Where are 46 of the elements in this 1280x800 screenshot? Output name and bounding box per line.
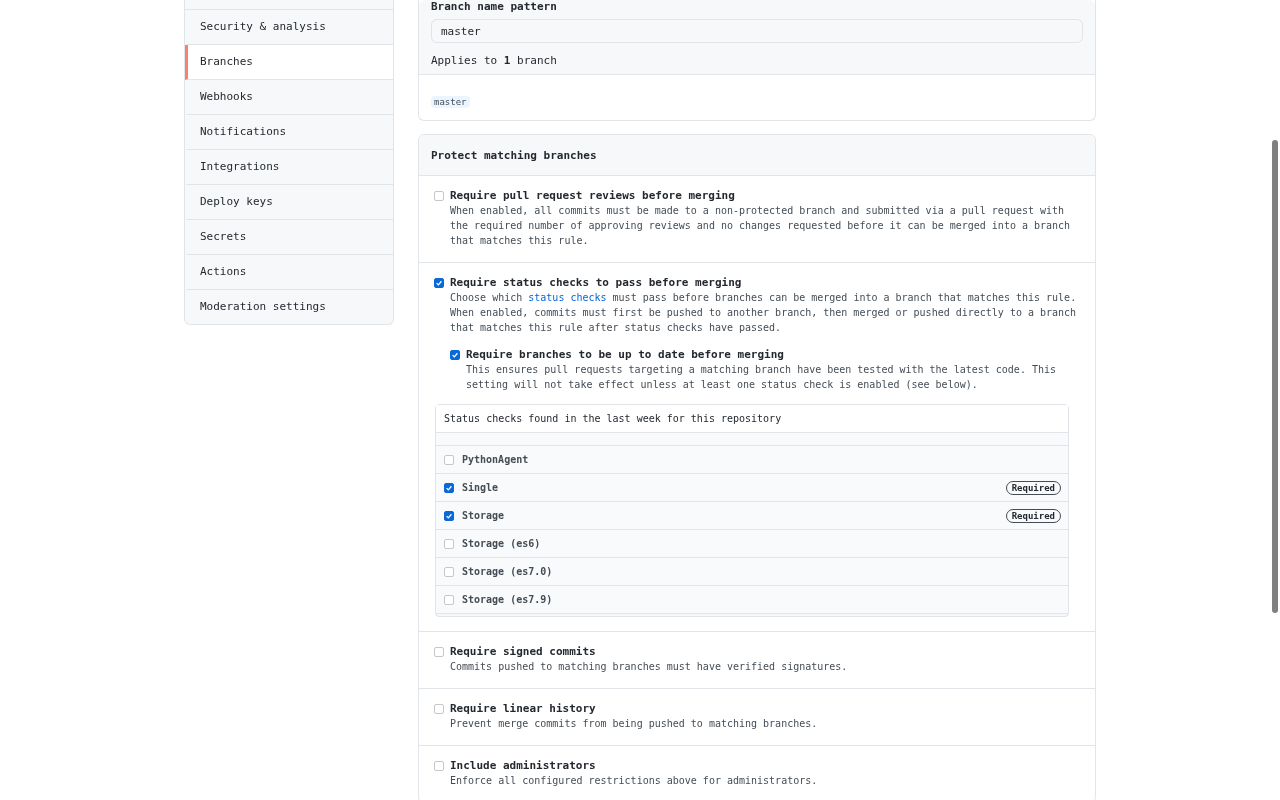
scrollbar[interactable] [1272, 140, 1278, 613]
check-name: Storage [462, 510, 506, 521]
rule-title: Require status checks to pass before merging [450, 275, 743, 290]
checkbox[interactable] [444, 454, 454, 465]
rule-title: Require branches to be up to date before merging [466, 347, 785, 362]
checkbox[interactable] [434, 761, 444, 771]
branch-tag: master [431, 96, 470, 108]
checkbox[interactable] [444, 566, 454, 577]
rule-description: When enabled, all commits must be made to a non-protected branch and submitted via a pull request with the required number of approving reviews and no changes requested before it can be merged into a branch that matches this rule. [450, 205, 1071, 246]
input-field[interactable]: master [431, 19, 1083, 43]
applies-text: Applies to 1 branch [431, 54, 558, 67]
sidebar-item[interactable]: Webhooks [185, 80, 393, 115]
rule-title: Require pull request reviews before merging [450, 188, 736, 203]
rule-description: Prevent merge commits from being pushed to matching branches. [450, 718, 818, 729]
sidebar-item[interactable]: Secrets [185, 220, 393, 255]
checkbox[interactable] [444, 510, 454, 521]
link[interactable]: status checks [528, 292, 607, 303]
check-name: Storage (es7.9) [462, 594, 554, 605]
sidebar-item[interactable]: Integrations [185, 150, 393, 185]
sidebar-item[interactable]: Moderation settings [185, 290, 393, 324]
check-name: Storage (es7.0) [462, 566, 554, 577]
checkbox[interactable] [434, 278, 444, 288]
rule-title: Include administrators [450, 758, 597, 773]
sidebar-item[interactable]: Actions [185, 255, 393, 290]
check-name: PythonAgent [462, 454, 530, 465]
rule-title: Require signed commits [450, 644, 597, 659]
checkbox[interactable] [434, 647, 444, 657]
check-name: Single [462, 482, 500, 493]
checks-heading: Status checks found in the last week for this repository [436, 405, 1068, 433]
rule-description: Enforce all configured restrictions above for administrators. [450, 775, 818, 786]
checkbox[interactable] [434, 704, 444, 714]
rule-description: Choose which status checks must pass before branches can be merged into a branch that matches this rule. When enabled, commits must first be pushed to another branch, then merged or pushed directly to a branch that matches this rule after status checks have passed. [450, 292, 1077, 333]
checkbox[interactable] [450, 350, 460, 360]
checkbox[interactable] [444, 538, 454, 549]
checkbox[interactable] [434, 191, 444, 201]
checkbox[interactable] [444, 594, 454, 605]
rule-title: Require linear history [450, 701, 597, 716]
rule-description: This ensures pull requests targeting a matching branch have been tested with the latest code. This setting will not take effect unless at least one status check is enabled (see below). [466, 364, 1056, 390]
field-label: Branch name pattern [431, 0, 558, 13]
sidebar-item[interactable]: Branches [185, 45, 393, 80]
checkbox[interactable] [444, 482, 454, 493]
rule-description: Commits pushed to matching branches must have verified signatures. [450, 661, 848, 672]
check-name: Storage (es6) [462, 538, 542, 549]
sidebar-item[interactable]: Deploy keys [185, 185, 393, 220]
section-title: Protect matching branches [431, 148, 598, 164]
sidebar-item[interactable]: Notifications [185, 115, 393, 150]
